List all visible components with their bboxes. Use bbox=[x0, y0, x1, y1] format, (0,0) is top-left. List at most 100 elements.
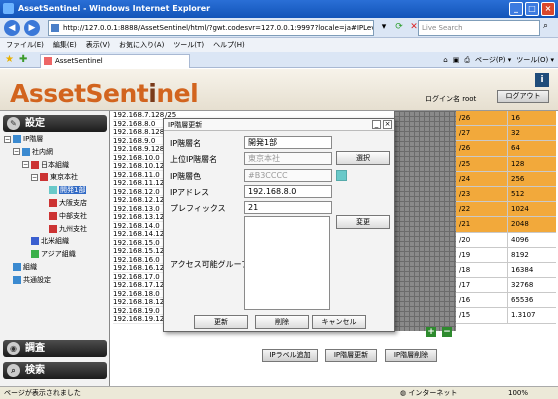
ip-row[interactable]: 192.168.14.0 bbox=[113, 222, 165, 230]
ip-row[interactable]: 192.168.8.0 bbox=[113, 120, 165, 128]
size-row[interactable]: /19 8192 bbox=[456, 247, 556, 263]
tree-node[interactable]: − 日本組織 bbox=[22, 160, 69, 171]
size-row[interactable]: /18 16384 bbox=[456, 262, 556, 279]
ip-row[interactable]: 192.168.7.128 bbox=[113, 111, 165, 120]
delete-button[interactable]: 削除 bbox=[255, 315, 309, 329]
ip-row[interactable]: 192.168.18.0 bbox=[113, 290, 165, 298]
tree-toggle-icon[interactable]: − bbox=[31, 173, 38, 181]
dialog-minimize-icon[interactable]: _ bbox=[372, 120, 381, 129]
size-row[interactable]: /27 32 bbox=[456, 126, 556, 142]
tab-assetsentinel[interactable]: AssetSentinel bbox=[40, 54, 190, 68]
ip-row[interactable]: 192.168.11.128 bbox=[113, 179, 169, 188]
tools-menu[interactable]: ツール(O) ▾ bbox=[516, 54, 554, 66]
print-icon[interactable]: ⎙ bbox=[464, 54, 470, 66]
ip-row[interactable]: 192.168.11.0 bbox=[113, 171, 165, 179]
tree-node[interactable]: 北米組織 bbox=[22, 236, 69, 247]
tree-node[interactable]: − 東京本社 bbox=[31, 172, 78, 183]
delete-ip-level-button[interactable]: IP階層削除 bbox=[385, 349, 437, 362]
dropdown-icon[interactable]: ▾ bbox=[378, 21, 390, 34]
cancel-button[interactable]: キャンセル bbox=[312, 315, 366, 329]
ip-allocation-grid[interactable] bbox=[394, 111, 456, 331]
update-button[interactable]: 更新 bbox=[194, 315, 248, 329]
menu-edit[interactable]: 編集(E) bbox=[53, 38, 77, 52]
size-row[interactable]: /23 512 bbox=[456, 186, 556, 203]
tree-node[interactable]: 開発1部 bbox=[40, 185, 87, 196]
ip-row[interactable]: 192.168.16.128 bbox=[113, 264, 169, 273]
add-ip-label-button[interactable]: IPラベル追加 bbox=[262, 349, 318, 362]
address-field[interactable]: 192.168.8.0 bbox=[244, 185, 332, 198]
tree-node[interactable]: 九州支社 bbox=[40, 224, 87, 235]
tree-node[interactable]: 大阪支店 bbox=[40, 198, 87, 209]
size-row[interactable]: /20 4096 bbox=[456, 232, 556, 248]
size-row[interactable]: /22 1024 bbox=[456, 202, 556, 218]
collapse-button[interactable]: − bbox=[442, 327, 452, 337]
back-arrow-icon[interactable]: ◀ bbox=[4, 20, 20, 36]
search-icon[interactable]: ⌕ bbox=[543, 21, 556, 34]
ip-row[interactable]: 192.168.15.128 bbox=[113, 247, 169, 256]
size-row[interactable]: /26 64 bbox=[456, 141, 556, 157]
refresh-icon[interactable]: ⟳ bbox=[393, 21, 405, 34]
ip-row[interactable]: 192.168.10.128 bbox=[113, 162, 169, 171]
menu-view[interactable]: 表示(V) bbox=[86, 38, 110, 52]
ip-row[interactable]: 192.168.13.128 bbox=[113, 213, 169, 222]
close-button[interactable]: × bbox=[541, 2, 555, 16]
ip-row[interactable]: 192.168.17.128 bbox=[113, 281, 169, 290]
tree-toggle-icon[interactable]: − bbox=[13, 148, 20, 156]
tree-node[interactable]: 中部支社 bbox=[40, 211, 87, 222]
size-row[interactable]: /26 16 bbox=[456, 111, 556, 127]
ip-row[interactable]: 192.168.8.128 bbox=[113, 128, 165, 137]
tree-node[interactable]: アジア組織 bbox=[22, 249, 76, 260]
settings-section[interactable]: ✎ 設定 bbox=[3, 115, 107, 132]
add-favorite-icon[interactable]: ✚ bbox=[19, 54, 27, 65]
ip-row[interactable]: 192.168.14.128 bbox=[113, 230, 169, 239]
dialog-close-icon[interactable]: × bbox=[383, 120, 392, 129]
tree-node[interactable]: 組織 bbox=[4, 262, 37, 273]
tree-node[interactable]: 共通設定 bbox=[4, 275, 51, 286]
search-input[interactable]: Live Search bbox=[418, 20, 540, 36]
change-button[interactable]: 変更 bbox=[336, 215, 390, 229]
size-row[interactable]: /25 128 bbox=[456, 156, 556, 172]
maximize-button[interactable]: □ bbox=[525, 2, 539, 16]
ip-row[interactable]: 192.168.9.128 bbox=[113, 145, 165, 154]
size-row[interactable]: /15 1.3107 bbox=[456, 308, 556, 324]
ip-row[interactable]: 192.168.17.0 bbox=[113, 273, 165, 281]
color-field[interactable]: #B3CCCC bbox=[244, 169, 332, 182]
size-row[interactable]: /21 2048 bbox=[456, 217, 556, 233]
access-group-list[interactable] bbox=[244, 216, 330, 310]
tree-toggle-icon[interactable]: − bbox=[4, 135, 11, 143]
menu-help[interactable]: ヘルプ(H) bbox=[213, 38, 245, 52]
tree-node[interactable]: − IP階層 bbox=[4, 134, 43, 145]
color-swatch[interactable] bbox=[336, 170, 347, 181]
logout-button[interactable]: ログアウト bbox=[497, 90, 549, 103]
ip-row[interactable]: 192.168.19.0 bbox=[113, 307, 165, 315]
menu-favorites[interactable]: お気に入り(A) bbox=[119, 38, 164, 52]
tree-toggle-icon[interactable]: − bbox=[22, 161, 29, 169]
expand-button[interactable]: + bbox=[426, 327, 436, 337]
ip-row[interactable]: 192.168.12.0 bbox=[113, 188, 165, 196]
forward-arrow-icon[interactable]: ▶ bbox=[24, 20, 40, 36]
ip-row[interactable]: 192.168.10.0 bbox=[113, 154, 165, 162]
update-ip-level-button[interactable]: IP階層更新 bbox=[325, 349, 377, 362]
name-field[interactable]: 開発1部 bbox=[244, 136, 332, 149]
size-row[interactable]: /17 32768 bbox=[456, 278, 556, 294]
ip-row[interactable]: 192.168.16.0 bbox=[113, 256, 165, 264]
ip-row[interactable]: 192.168.12.128 bbox=[113, 196, 169, 205]
ip-row[interactable]: 192.168.19.128 bbox=[113, 315, 169, 324]
menu-file[interactable]: ファイル(E) bbox=[6, 38, 44, 52]
home-icon[interactable]: ⌂ bbox=[443, 54, 447, 66]
feed-icon[interactable]: ▣ bbox=[453, 54, 460, 66]
select-parent-button[interactable]: 選択 bbox=[336, 151, 390, 165]
ip-row[interactable]: 192.168.13.0 bbox=[113, 205, 165, 213]
info-icon[interactable]: i bbox=[535, 73, 549, 87]
ip-row[interactable]: 192.168.15.0 bbox=[113, 239, 165, 247]
size-row[interactable]: /24 256 bbox=[456, 171, 556, 187]
tree-node[interactable]: − 社内網 bbox=[13, 147, 53, 158]
search-section[interactable]: ⌕ 検索 bbox=[3, 362, 107, 379]
url-field[interactable]: http://127.0.0.1:8888/AssetSentinel/html… bbox=[48, 20, 374, 36]
ip-row[interactable]: 192.168.18.128 bbox=[113, 298, 169, 307]
size-row[interactable]: /16 65536 bbox=[456, 293, 556, 309]
favorites-star-icon[interactable]: ★ bbox=[5, 54, 14, 65]
zoom-level[interactable]: 100% bbox=[508, 387, 528, 399]
prefix-field[interactable]: 21 bbox=[244, 201, 332, 214]
menu-tools[interactable]: ツール(T) bbox=[173, 38, 204, 52]
